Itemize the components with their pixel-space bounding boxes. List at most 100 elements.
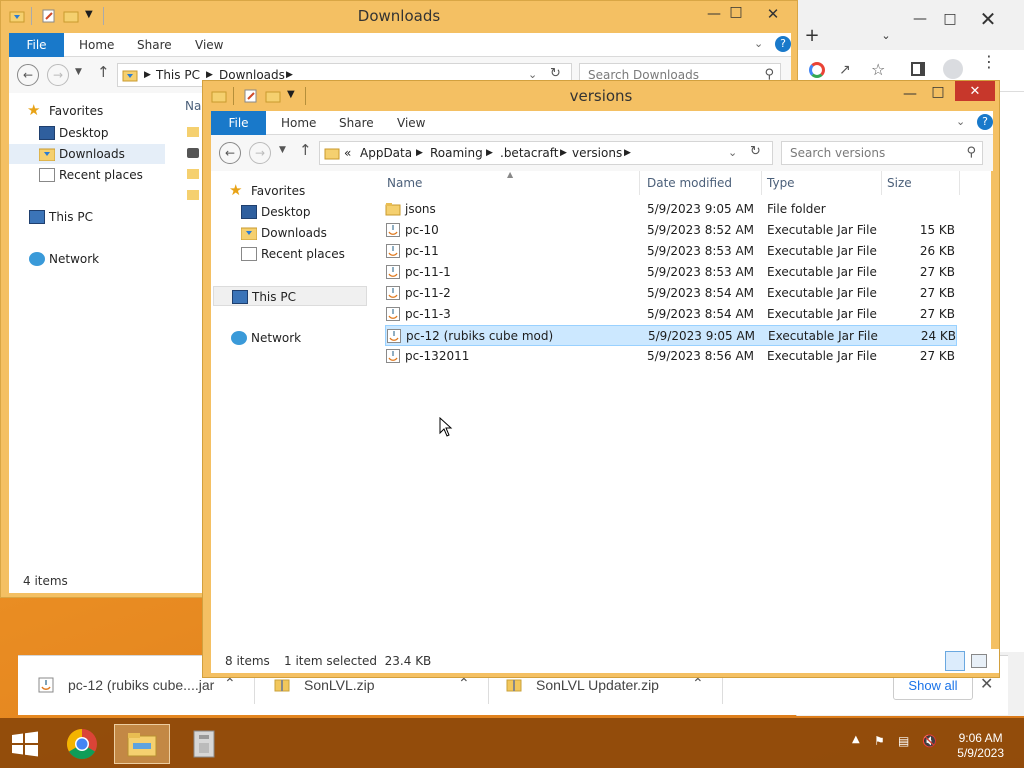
- tab-share[interactable]: Share: [137, 33, 172, 57]
- help-icon[interactable]: ?: [775, 36, 791, 52]
- file-row[interactable]: pc-11 5/9/2023 8:53 AM Executable Jar File…: [385, 241, 957, 262]
- nav-this-pc[interactable]: This PC: [213, 286, 367, 306]
- archive-app-icon: [193, 730, 215, 758]
- minimize-icon[interactable]: —: [905, 8, 935, 30]
- column-separator[interactable]: [761, 171, 762, 195]
- overflow-chevron-icon[interactable]: «: [344, 146, 351, 160]
- tab-search-icon[interactable]: ⌄: [871, 24, 901, 46]
- volume-muted-icon[interactable]: 🔇: [922, 734, 937, 748]
- recent-locations-icon[interactable]: ▼: [279, 145, 286, 155]
- expand-ribbon-icon[interactable]: ⌄: [754, 37, 763, 50]
- nav-downloads[interactable]: Downloads: [211, 223, 371, 243]
- profile-avatar[interactable]: [943, 59, 963, 79]
- column-header-name[interactable]: Name: [387, 171, 422, 195]
- tab-home[interactable]: Home: [281, 111, 316, 135]
- menu-dots-icon[interactable]: ⋮: [981, 54, 997, 70]
- recent-places-icon: [39, 168, 55, 182]
- tab-view[interactable]: View: [195, 33, 223, 57]
- nav-desktop[interactable]: Desktop: [9, 123, 169, 143]
- share-icon[interactable]: ↗: [839, 62, 851, 78]
- file-row[interactable]: pc-132011 5/9/2023 8:56 AM Executable Jar …: [385, 346, 957, 367]
- chevron-up-icon[interactable]: ⌃: [458, 676, 470, 692]
- file-row[interactable]: pc-11-3 5/9/2023 8:54 AM Executable Jar Fi…: [385, 304, 957, 325]
- breadcrumb-item[interactable]: .betacraft: [500, 146, 558, 160]
- chevron-right-icon: ▶: [560, 148, 567, 158]
- maximize-icon[interactable]: □: [935, 8, 965, 30]
- file-name: pc-10: [405, 223, 439, 237]
- details-view-icon[interactable]: [945, 651, 965, 671]
- column-separator[interactable]: [639, 171, 640, 195]
- search-input[interactable]: Search versions ⚲: [781, 141, 983, 165]
- column-separator[interactable]: [959, 171, 960, 195]
- large-icons-view-icon[interactable]: [971, 654, 987, 668]
- close-icon[interactable]: ✕: [753, 3, 793, 25]
- tab-share[interactable]: Share: [339, 111, 374, 135]
- google-icon[interactable]: [809, 62, 825, 78]
- column-header-size[interactable]: Size: [887, 171, 912, 195]
- close-icon[interactable]: ✕: [955, 81, 995, 101]
- nav-network[interactable]: Network: [9, 249, 169, 269]
- maximize-icon[interactable]: □: [923, 81, 953, 103]
- clock[interactable]: 9:06 AM 5/9/2023: [957, 731, 1004, 761]
- new-tab-icon[interactable]: +: [797, 24, 827, 46]
- chrome-icon: [66, 729, 97, 760]
- file-type: Executable Jar File: [767, 349, 877, 363]
- downloads-folder-icon: [39, 148, 55, 161]
- refresh-icon[interactable]: ↻: [550, 66, 561, 81]
- download-item[interactable]: pc-12 (rubiks cube....jar: [38, 656, 214, 714]
- file-row[interactable]: pc-10 5/9/2023 8:52 AM Executable Jar File…: [385, 220, 957, 241]
- nav-recent-places[interactable]: Recent places: [9, 165, 169, 185]
- breadcrumb-item[interactable]: versions: [572, 146, 622, 160]
- action-center-flag-icon[interactable]: ⚑: [874, 734, 885, 748]
- taskbar-app[interactable]: [176, 724, 232, 764]
- forward-arrow-icon[interactable]: →: [249, 142, 271, 164]
- address-bar[interactable]: « AppData ▶ Roaming ▶ .betacraft ▶ versi…: [319, 141, 773, 165]
- breadcrumb-item[interactable]: Roaming: [430, 146, 483, 160]
- nav-recent-places[interactable]: Recent places: [211, 244, 371, 264]
- chevron-up-icon[interactable]: ⌃: [224, 676, 236, 692]
- up-arrow-icon[interactable]: ↑: [97, 63, 110, 81]
- recent-locations-icon[interactable]: ▼: [75, 67, 82, 77]
- nav-downloads[interactable]: Downloads: [9, 144, 165, 164]
- column-header-type[interactable]: Type: [767, 171, 795, 195]
- chevron-up-icon[interactable]: ⌃: [692, 676, 704, 692]
- side-panel-icon[interactable]: [911, 62, 925, 76]
- file-row[interactable]: jsons 5/9/2023 9:05 AM File folder: [385, 199, 957, 220]
- breadcrumb-item[interactable]: AppData: [360, 146, 412, 160]
- column-separator[interactable]: [881, 171, 882, 195]
- close-icon[interactable]: ✕: [973, 7, 1003, 31]
- tab-file[interactable]: File: [9, 33, 64, 57]
- column-header-date[interactable]: Date modified: [647, 171, 732, 195]
- maximize-icon[interactable]: □: [721, 1, 751, 23]
- taskbar-chrome[interactable]: [54, 724, 110, 764]
- nav-favorites[interactable]: ★ Favorites: [9, 101, 169, 121]
- refresh-icon[interactable]: ↻: [750, 144, 761, 159]
- nav-desktop[interactable]: Desktop: [211, 202, 371, 222]
- expand-ribbon-icon[interactable]: ⌄: [956, 115, 965, 128]
- nav-this-pc[interactable]: This PC: [9, 207, 169, 227]
- minimize-icon[interactable]: —: [895, 83, 925, 105]
- taskbar-file-explorer[interactable]: [114, 724, 170, 764]
- search-icon[interactable]: ⚲: [966, 142, 976, 164]
- tab-file[interactable]: File: [211, 111, 266, 135]
- up-arrow-icon[interactable]: ↑: [299, 141, 312, 159]
- forward-arrow-icon[interactable]: →: [47, 64, 69, 86]
- file-row[interactable]: pc-11-2 5/9/2023 8:54 AM Executable Jar Fi…: [385, 283, 957, 304]
- tab-home[interactable]: Home: [79, 33, 114, 57]
- nav-network[interactable]: Network: [211, 328, 371, 348]
- file-row[interactable]: pc-11-1 5/9/2023 8:53 AM Executable Jar Fi…: [385, 262, 957, 283]
- breadcrumb-item[interactable]: This PC: [156, 68, 200, 82]
- tab-view[interactable]: View: [397, 111, 425, 135]
- zip-folder-icon: [187, 190, 199, 200]
- versions-window: ▼ versions — □ ✕ File Home Share View ⌄ …: [202, 80, 1000, 678]
- back-arrow-icon[interactable]: ←: [17, 64, 39, 86]
- bookmark-star-icon[interactable]: ☆: [871, 60, 885, 79]
- network-tray-icon[interactable]: ▤: [898, 734, 909, 748]
- start-button[interactable]: [2, 724, 48, 764]
- file-row[interactable]: pc-12 (rubiks cube mod) 5/9/2023 9:05 AM E…: [385, 325, 957, 346]
- nav-favorites[interactable]: ★ Favorites: [211, 181, 371, 201]
- address-dropdown-icon[interactable]: ⌄: [728, 146, 737, 159]
- help-icon[interactable]: ?: [977, 114, 993, 130]
- show-hidden-icons[interactable]: ▲: [852, 734, 860, 745]
- back-arrow-icon[interactable]: ←: [219, 142, 241, 164]
